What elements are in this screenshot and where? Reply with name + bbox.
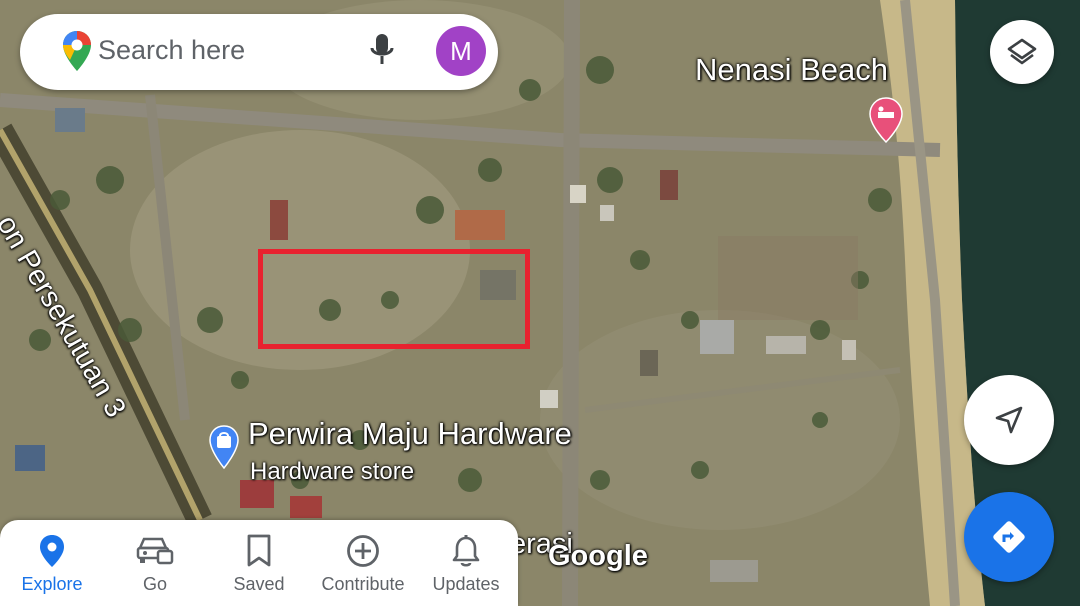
directions-icon [993, 521, 1025, 553]
nav-contribute[interactable]: Contribute [311, 520, 415, 606]
hotel-pin-icon[interactable] [868, 96, 904, 149]
plus-circle-icon [347, 535, 379, 567]
nav-go[interactable]: Go [103, 520, 207, 606]
nav-saved[interactable]: Saved [207, 520, 311, 606]
bell-icon [452, 535, 480, 567]
navigation-arrow-icon [995, 406, 1023, 434]
microphone-icon[interactable] [370, 32, 394, 73]
place-category-label: Hardware store [250, 458, 415, 485]
nav-updates[interactable]: Updates [414, 520, 518, 606]
nav-label-updates: Updates [432, 574, 500, 594]
nav-label-go: Go [142, 574, 167, 594]
satellite-map[interactable] [0, 0, 1080, 606]
account-avatar[interactable]: M [436, 26, 486, 76]
search-input[interactable]: Search here [98, 35, 245, 66]
my-location-button[interactable] [964, 375, 1054, 465]
bottom-navigation: Explore Go Saved Contribute Updates [0, 520, 518, 606]
place-label-nenasi-beach[interactable]: Nenasi Beach [695, 52, 888, 88]
layers-button[interactable] [990, 20, 1054, 84]
search-bar[interactable]: Search here M [20, 14, 498, 90]
car-icon [136, 537, 174, 565]
nav-label-saved: Saved [233, 574, 285, 594]
place-label-perwira-maju-hardware[interactable]: Perwira Maju Hardware [248, 416, 572, 452]
google-maps-logo-icon [62, 30, 92, 77]
selected-area-rectangle [258, 249, 530, 349]
layers-icon [1007, 38, 1037, 65]
nav-explore[interactable]: Explore [0, 520, 104, 606]
directions-button[interactable] [964, 492, 1054, 582]
location-pin-icon [40, 535, 64, 567]
nav-label-explore: Explore [21, 574, 83, 594]
shop-pin-icon[interactable] [208, 424, 240, 475]
nav-label-contribute: Contribute [321, 574, 405, 594]
google-watermark: Google [548, 540, 648, 572]
bookmark-icon [247, 534, 271, 567]
